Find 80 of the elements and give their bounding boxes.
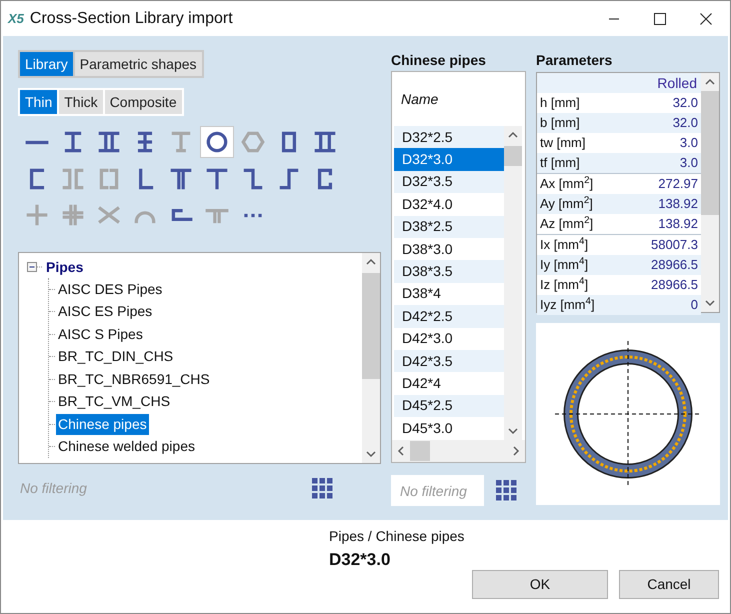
parameter-value: 3.0	[680, 134, 698, 152]
flat-profile-icon	[24, 138, 50, 146]
tree-node[interactable]: Pipes	[46, 256, 84, 278]
scrollbar-thumb[interactable]	[701, 91, 719, 215]
scrollbar-thumb[interactable]	[362, 273, 380, 379]
tee-profile-icon	[204, 166, 230, 192]
parameter-value: 28966.5	[651, 256, 698, 274]
vertical-scrollbar[interactable]	[701, 73, 719, 312]
parameter-label: tw [mm]	[540, 134, 586, 152]
maximize-icon[interactable]	[654, 12, 666, 24]
tab[interactable]: Thick	[59, 90, 103, 114]
dialog-button[interactable]: Cancel	[619, 570, 719, 598]
list-row[interactable]: D32*3.5	[394, 170, 504, 194]
circle-shape-button[interactable]	[200, 126, 234, 158]
circle-profile-icon	[204, 129, 230, 155]
parameters-title: Parameters	[536, 51, 614, 70]
tree-item[interactable]: AISC ES Pipes	[56, 301, 154, 322]
grid-icon[interactable]	[496, 480, 517, 501]
tree-item[interactable]: Chinese welded pipes	[56, 436, 197, 458]
parameter-label: Iyz [mm$^{4}$]	[540, 295, 595, 314]
grid-icon[interactable]	[312, 478, 333, 499]
vertical-scrollbar[interactable]	[504, 126, 522, 440]
filter-field[interactable]: No filtering	[18, 478, 312, 499]
filter-field[interactable]: No filtering	[391, 475, 484, 506]
list-row[interactable]: D38*3.5	[394, 260, 504, 283]
collapse-icon[interactable]	[27, 262, 43, 272]
dialog-button[interactable]: OK	[472, 570, 608, 598]
tree-item[interactable]: Chinese pipes	[56, 414, 149, 435]
tree-item[interactable]: BR_TC_VM_CHS	[56, 391, 172, 412]
column-header: Rolled	[657, 74, 697, 92]
app-logo: X5	[8, 10, 24, 28]
list-row[interactable]: D32*3.0	[394, 148, 504, 171]
horizontal-scrollbar[interactable]	[392, 440, 525, 462]
window-title: Cross-Section Library import	[30, 8, 233, 28]
parameter-label: b [mm]	[540, 114, 580, 132]
double-i-profile-icon	[96, 129, 122, 155]
double-channel-profile-icon	[60, 166, 86, 192]
parameter-value: 272.97	[658, 175, 698, 194]
tab[interactable]: Thin	[20, 90, 58, 114]
section-path: Pipes / Chinese pipes	[329, 527, 466, 546]
parameter-label: Ay [mm$^{2}$]	[540, 194, 593, 214]
parameter-label: h [mm]	[540, 94, 580, 112]
tab[interactable]: Library	[20, 52, 73, 76]
list-row[interactable]: D32*2.5	[394, 126, 504, 148]
tree-item[interactable]: AISC DES Pipes	[56, 278, 164, 300]
tree-item[interactable]: BR_TC_DIN_CHS	[56, 346, 176, 368]
list-row[interactable]: D45*2.5	[394, 394, 504, 418]
tab[interactable]: Composite	[104, 90, 182, 114]
cross-double-profile-icon	[60, 202, 86, 228]
parameter-label: tf [mm]	[540, 154, 580, 172]
scrollbar-thumb[interactable]	[410, 441, 430, 461]
parameter-value: 3.0	[680, 154, 698, 172]
tab[interactable]: Parametric shapes	[74, 52, 202, 76]
parameter-label: Ix [mm$^{4}$]	[540, 235, 588, 254]
parameter-value: 138.92	[658, 215, 698, 234]
parameter-label: Ax [mm$^{2}$]	[540, 174, 594, 194]
parameter-value: 0	[690, 296, 698, 314]
selected-section: D32*3.0	[329, 547, 730, 572]
column-header: Name	[401, 90, 438, 108]
parameter-label: Iy [mm$^{4}$]	[540, 255, 588, 274]
tree-item[interactable]: BR_TC_NBR6591_CHS	[56, 368, 212, 390]
parameter-value: 32.0	[672, 94, 698, 112]
hexagon-profile-icon	[240, 129, 266, 155]
parameter-value: 58007.3	[651, 236, 698, 254]
close-icon[interactable]	[700, 12, 712, 24]
parameter-value: 28966.5	[651, 276, 698, 294]
list-row[interactable]: D38*2.5	[394, 216, 504, 238]
scrollbar-thumb[interactable]	[504, 146, 522, 166]
list-row[interactable]: D42*3.5	[394, 350, 504, 372]
list-row[interactable]: D42*2.5	[394, 305, 504, 328]
parameter-value: 138.92	[658, 195, 698, 214]
parameter-value: 32.0	[672, 114, 698, 132]
list-title: Chinese pipes	[391, 51, 487, 70]
parameter-label: Az [mm$^{2}$]	[540, 214, 594, 234]
cross-profile-icon	[24, 202, 50, 228]
parameter-label: Iz [mm$^{4}$]	[540, 275, 588, 294]
double-box-profile-icon	[312, 129, 338, 155]
vertical-scrollbar[interactable]	[362, 253, 380, 463]
double-tee-profile-icon	[168, 166, 194, 192]
tree-item[interactable]: AISC S Pipes	[56, 324, 145, 345]
